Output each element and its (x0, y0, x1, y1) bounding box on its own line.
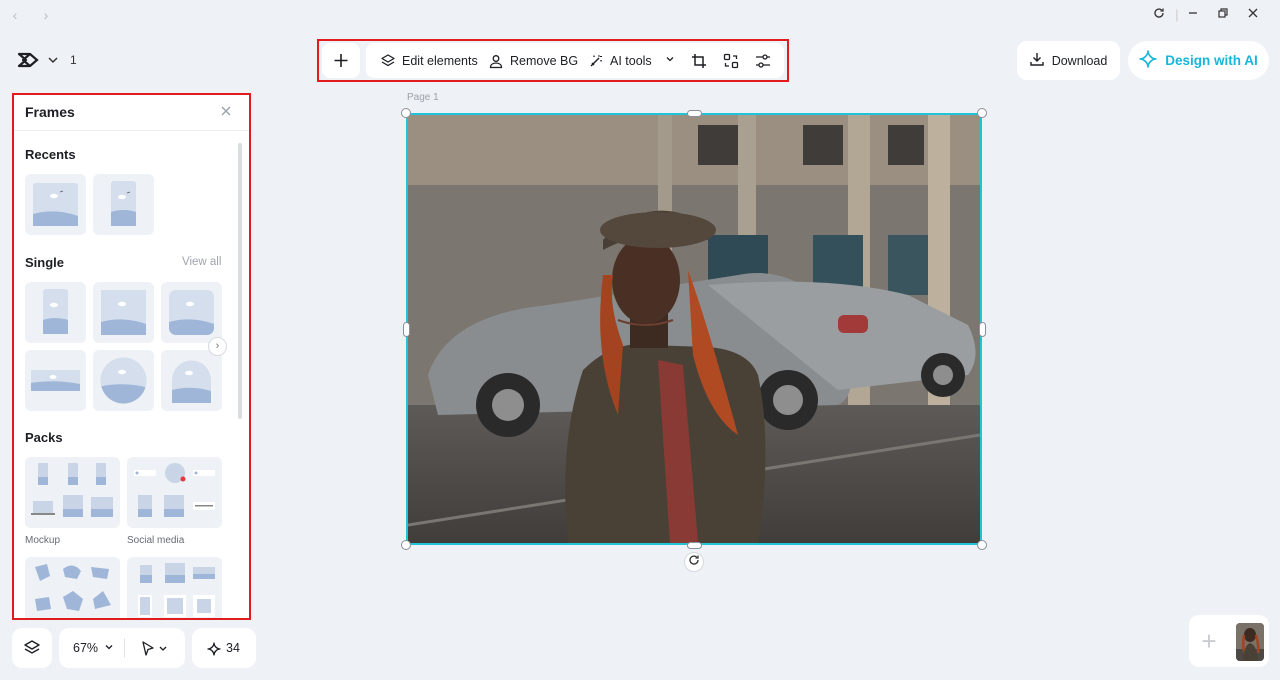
restore-icon[interactable] (1214, 6, 1232, 24)
frame-wide[interactable] (25, 350, 86, 411)
add-page-icon[interactable]: + (1196, 627, 1222, 655)
resize-handle-top-right[interactable] (977, 108, 987, 118)
edit-elements-label: Edit elements (402, 53, 478, 68)
zoom-dropdown[interactable]: 67% (73, 641, 114, 655)
plus-icon (334, 54, 348, 67)
refresh-icon[interactable] (1150, 6, 1168, 24)
edit-elements-button[interactable]: Edit elements (380, 43, 478, 78)
back-arrow-icon[interactable]: ‹ (6, 6, 24, 24)
next-arrow-icon[interactable]: › (208, 337, 227, 356)
design-with-ai-label: Design with AI (1165, 53, 1258, 68)
chevron-down-icon (664, 53, 676, 68)
view-all-link[interactable]: View all (182, 256, 221, 268)
swap-icon (723, 53, 739, 69)
panel-scrollbar[interactable] (238, 143, 242, 419)
close-icon[interactable] (219, 104, 233, 118)
pack-shapes[interactable] (25, 557, 120, 618)
resize-handle-top[interactable] (687, 110, 702, 117)
frame-portrait[interactable] (25, 282, 86, 343)
recent-frame-portrait[interactable] (93, 174, 154, 235)
close-window-icon[interactable] (1244, 6, 1262, 24)
resize-handle-right[interactable] (979, 322, 986, 337)
rotate-icon[interactable] (684, 552, 704, 572)
frames-panel: Frames Recents Single View all › Packs M… (14, 95, 249, 618)
magic-wand-icon (588, 53, 604, 69)
page-label: Page 1 (407, 92, 439, 103)
replace-button[interactable] (723, 43, 739, 78)
resize-handle-bottom-left[interactable] (401, 540, 411, 550)
minimize-icon[interactable] (1184, 6, 1202, 24)
ai-sparkle-icon (1139, 50, 1158, 71)
design-with-ai-button[interactable]: Design with AI (1128, 41, 1269, 80)
frame-arch[interactable] (161, 350, 222, 411)
download-label: Download (1051, 53, 1108, 68)
layers-button[interactable] (12, 628, 52, 668)
frame-rounded-square[interactable] (161, 282, 222, 343)
panel-divider (14, 130, 249, 131)
pack-mockup[interactable] (25, 457, 120, 528)
person-icon (488, 53, 504, 69)
credits-count: 34 (226, 641, 240, 655)
forward-arrow-icon[interactable]: › (37, 6, 55, 24)
download-button[interactable]: Download (1017, 41, 1120, 80)
resize-handle-left[interactable] (403, 322, 410, 337)
add-element-button[interactable] (322, 43, 360, 78)
panel-title: Frames (25, 104, 75, 120)
credits-button[interactable] (192, 628, 256, 668)
cursor-icon (142, 641, 167, 656)
frame-circle[interactable] (93, 350, 154, 411)
layers-icon (380, 53, 396, 69)
adjust-button[interactable] (755, 43, 771, 78)
pack-social-media-label: Social media (127, 535, 185, 546)
remove-bg-label: Remove BG (510, 53, 579, 68)
app-logo-icon[interactable] (16, 50, 40, 70)
pointer-tool-button[interactable] (140, 640, 172, 663)
single-heading: Single (25, 255, 65, 270)
download-icon (1030, 52, 1044, 69)
chevron-down-icon[interactable] (46, 53, 60, 67)
sliders-icon (755, 53, 771, 69)
page-thumbnail[interactable] (1236, 623, 1264, 661)
project-count: 1 (70, 53, 77, 67)
crop-button[interactable] (691, 43, 707, 78)
pack-portraits[interactable] (127, 557, 222, 618)
selected-photo[interactable] (406, 113, 982, 545)
crop-icon (691, 53, 707, 69)
layers-icon (24, 640, 40, 654)
recent-frame-landscape[interactable] (25, 174, 86, 235)
zoom-divider (124, 638, 125, 658)
window-titlebar: ‹ › | (0, 0, 1280, 30)
packs-heading: Packs (25, 430, 63, 445)
resize-handle-bottom[interactable] (687, 542, 702, 549)
edit-toolbar: Edit elements Remove BG AI tools (366, 43, 784, 78)
recents-heading: Recents (25, 147, 76, 162)
chevron-down-icon (105, 645, 112, 650)
resize-handle-top-left[interactable] (401, 108, 411, 118)
ai-tools-label: AI tools (610, 53, 652, 68)
remove-bg-button[interactable]: Remove BG (488, 43, 578, 78)
zoom-level: 67% (73, 641, 99, 655)
pack-social-media[interactable] (127, 457, 222, 528)
frame-square[interactable] (93, 282, 154, 343)
resize-handle-bottom-right[interactable] (977, 540, 987, 550)
pack-mockup-label: Mockup (25, 535, 61, 546)
ai-tools-button[interactable]: AI tools (588, 43, 676, 78)
sparkle-icon (207, 642, 221, 661)
